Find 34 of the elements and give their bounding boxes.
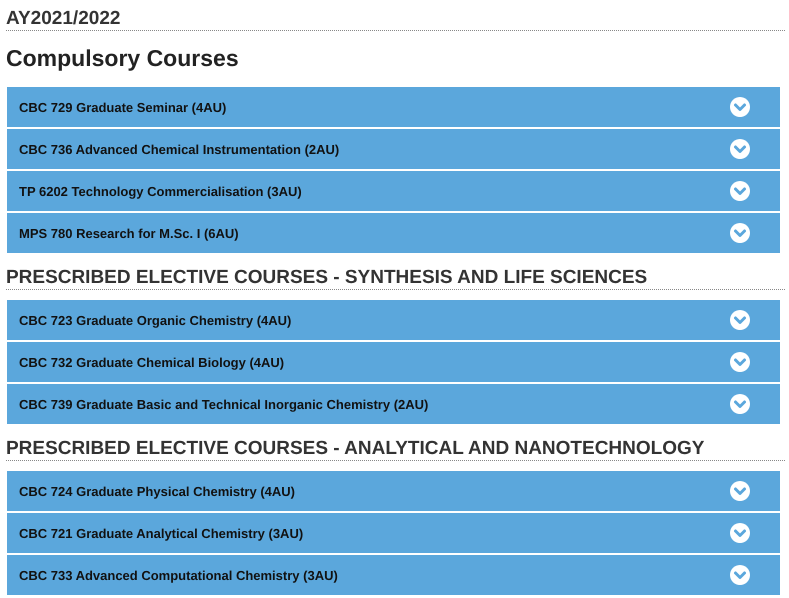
course-accordion-header[interactable]: MPS 780 Research for M.Sc. I (6AU) [7, 213, 780, 253]
section-heading: PRESCRIBED ELECTIVE COURSES - ANALYTICAL AND NANOTECHNOLOGY [6, 438, 785, 461]
course-accordion-header[interactable]: CBC 733 Advanced Computational Chemistry (3AU) [7, 555, 780, 595]
chevron-down-icon [730, 181, 750, 201]
chevron-down-icon [730, 394, 750, 414]
course-accordion-header[interactable]: CBC 739 Graduate Basic and Technical Inorganic Chemistry (2AU) [7, 384, 780, 424]
course-accordion-header[interactable]: CBC 723 Graduate Organic Chemistry (4AU) [7, 300, 780, 340]
course-accordion-header[interactable]: TP 6202 Technology Commercialisation (3AU) [7, 171, 780, 211]
section-heading: PRESCRIBED ELECTIVE COURSES - SYNTHESIS AND LIFE SCIENCES [6, 267, 785, 290]
chevron-down-icon [730, 523, 750, 543]
course-title: TP 6202 Technology Commercialisation (3AU) [19, 184, 302, 198]
course-accordion-header[interactable]: CBC 729 Graduate Seminar (4AU) [7, 87, 780, 127]
chevron-down-icon [730, 352, 750, 372]
course-accordion-header[interactable]: CBC 736 Advanced Chemical Instrumentation (2AU) [7, 129, 780, 169]
course-accordion-header[interactable]: CBC 721 Graduate Analytical Chemistry (3AU) [7, 513, 780, 553]
course-title: CBC 739 Graduate Basic and Technical Inorganic Chemistry (2AU) [19, 396, 428, 412]
chevron-down-icon [730, 565, 750, 585]
chevron-down-icon [730, 97, 750, 117]
chevron-down-icon [730, 223, 750, 243]
chevron-down-icon [730, 481, 750, 501]
chevron-down-icon [730, 310, 750, 330]
section-heading: Compulsory Courses [6, 45, 240, 71]
course-title: CBC 721 Graduate Analytical Chemistry (3AU) [19, 526, 304, 540]
course-accordion-header[interactable]: CBC 724 Graduate Physical Chemistry (4AU) [7, 471, 780, 511]
course-title: CBC 736 Advanced Chemical Instrumentation (2AU) [19, 142, 340, 156]
course-title: CBC 733 Advanced Computational Chemistry (3AU) [19, 568, 338, 582]
course-title: MPS 780 Research for M.Sc. I (6AU) [19, 226, 239, 240]
year-heading: AY2021/2022 [6, 8, 785, 31]
course-title: CBC 724 Graduate Physical Chemistry (4AU) [19, 484, 295, 498]
course-title: CBC 723 Graduate Organic Chemistry (4AU) [19, 312, 292, 328]
chevron-down-icon [730, 139, 750, 159]
course-title: CBC 729 Graduate Seminar (4AU) [19, 100, 226, 114]
course-accordion-header[interactable]: CBC 732 Graduate Chemical Biology (4AU) [7, 342, 780, 382]
course-title: CBC 732 Graduate Chemical Biology (4AU) [19, 354, 284, 370]
